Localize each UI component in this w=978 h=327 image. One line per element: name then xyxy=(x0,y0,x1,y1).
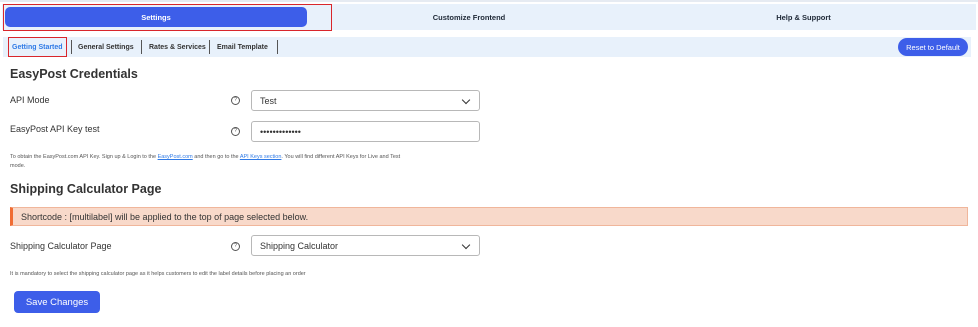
subtab-rates-services[interactable]: Rates & Services xyxy=(149,39,206,55)
api-key-help-text: To obtain the EasyPost.com API Key. Sign… xyxy=(10,153,400,171)
notice-text: Shortcode : [multilabel] will be applied… xyxy=(21,211,309,222)
subtab-separator xyxy=(209,40,210,54)
api-key-value: ••••••••••••• xyxy=(260,126,301,137)
api-key-label: EasyPost API Key test xyxy=(10,124,100,134)
credentials-heading: EasyPost Credentials xyxy=(10,67,138,81)
shipping-page-help-text: It is mandatory to select the shipping c… xyxy=(10,271,306,277)
note-text: and then go to the xyxy=(192,154,240,160)
note-text: To obtain the EasyPost.com API Key. Sign… xyxy=(10,154,158,160)
subtab-separator xyxy=(141,40,142,54)
api-keys-section-link[interactable]: API Keys section xyxy=(240,154,282,160)
subtab-email-template[interactable]: Email Template xyxy=(217,39,268,55)
note-text: mode. xyxy=(10,163,26,169)
getting-started-highlight xyxy=(8,37,67,57)
tab-customize-frontend[interactable]: Customize Frontend xyxy=(307,7,631,27)
shipping-calculator-heading: Shipping Calculator Page xyxy=(10,182,162,196)
reset-to-default-button[interactable]: Reset to Default xyxy=(898,38,968,56)
api-key-input[interactable]: ••••••••••••• xyxy=(251,121,480,142)
api-mode-value: Test xyxy=(260,95,277,106)
subtab-separator xyxy=(277,40,278,54)
shipping-page-label: Shipping Calculator Page xyxy=(10,241,112,251)
settings-tab-highlight xyxy=(3,4,332,31)
note-text: . You will find different API Keys for L… xyxy=(281,154,401,160)
top-divider xyxy=(0,0,978,2)
api-mode-label: API Mode xyxy=(10,95,50,105)
api-mode-select[interactable]: Test xyxy=(251,90,480,111)
subtab-separator xyxy=(71,40,72,54)
help-icon[interactable]: ? xyxy=(231,96,240,105)
chevron-down-icon xyxy=(461,240,471,250)
sub-tabs-bar: Getting Started General Settings Rates &… xyxy=(3,37,971,57)
subtab-general-settings[interactable]: General Settings xyxy=(78,39,134,55)
easypost-link[interactable]: EasyPost.com xyxy=(158,154,193,160)
shortcode-notice: Shortcode : [multilabel] will be applied… xyxy=(10,207,968,226)
shipping-page-value: Shipping Calculator xyxy=(260,240,339,251)
help-icon[interactable]: ? xyxy=(231,127,240,136)
help-icon[interactable]: ? xyxy=(231,242,240,251)
chevron-down-icon xyxy=(461,95,471,105)
save-changes-button[interactable]: Save Changes xyxy=(14,291,100,313)
shipping-page-select[interactable]: Shipping Calculator xyxy=(251,235,480,256)
tab-help-support[interactable]: Help & Support xyxy=(631,7,976,27)
